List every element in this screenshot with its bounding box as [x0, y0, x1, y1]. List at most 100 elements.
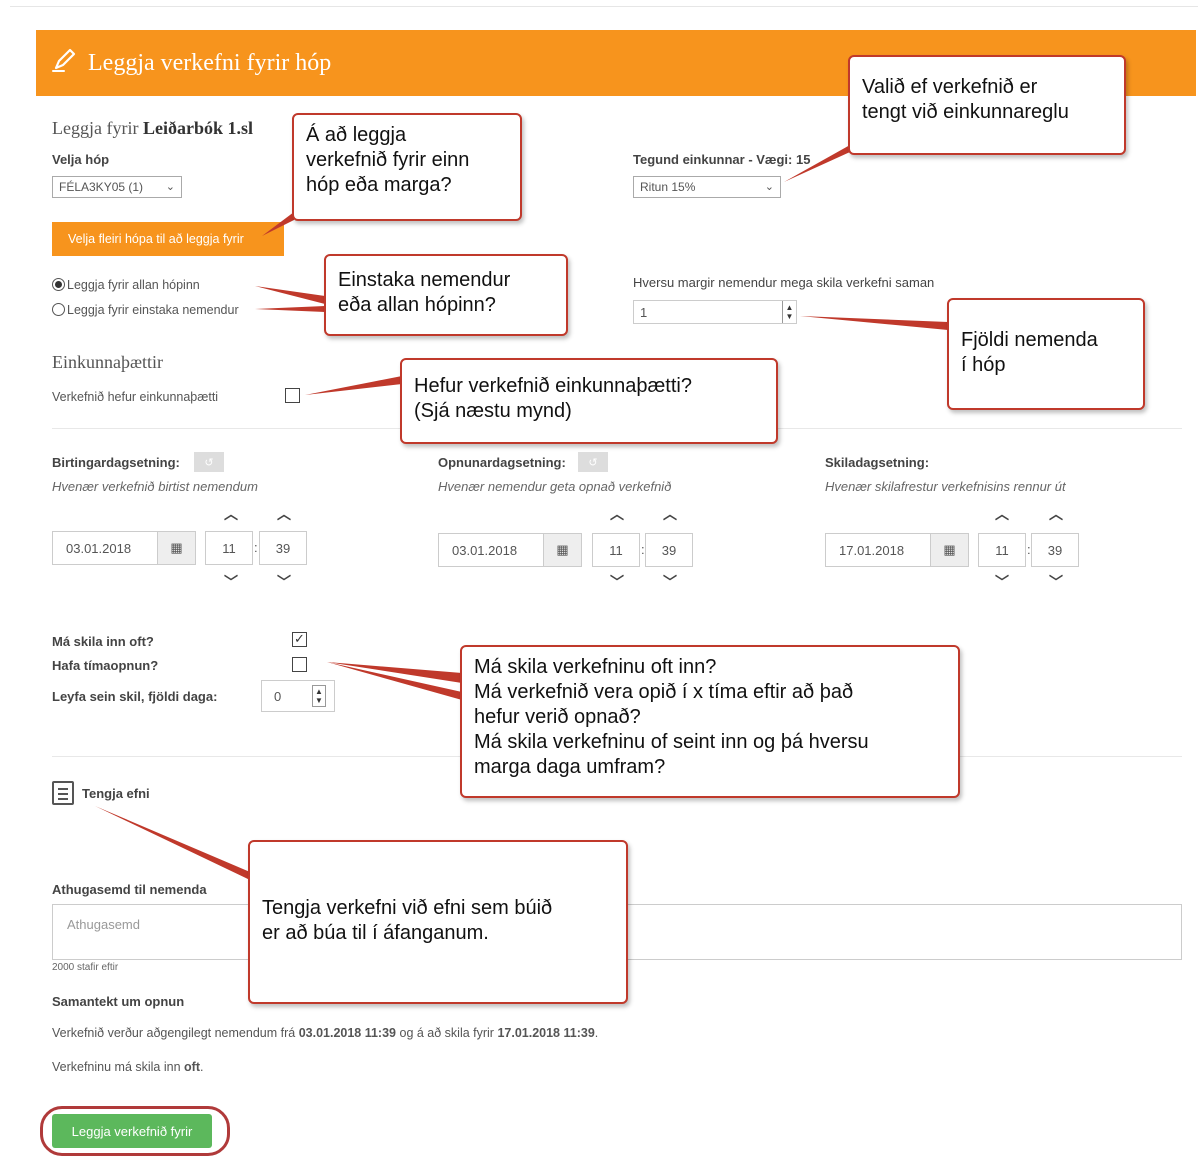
due-date-group: Skiladagsetning: Hvenær skilafrestur ver… [825, 452, 1155, 592]
callout-line: Tengja verkefni við efni sem búið [262, 897, 553, 919]
hour-down-icon[interactable]: ﹀ [610, 572, 624, 592]
minute-up-icon[interactable]: ︿ [663, 504, 677, 524]
calendar-icon[interactable]: ▦ [157, 532, 195, 564]
chevron-down-icon: ⌄ [165, 181, 175, 193]
minute-down-icon[interactable]: ﹀ [1049, 572, 1063, 592]
due-minute-input[interactable]: 39 [1031, 533, 1079, 567]
reset-icon[interactable]: ↺ [194, 452, 224, 472]
hour-up-icon[interactable]: ︿ [610, 504, 624, 524]
minute-up-icon[interactable]: ︿ [1049, 504, 1063, 524]
callout-line: eða allan hópinn? [338, 294, 496, 316]
multi-submit-checkbox[interactable]: ✓ [292, 632, 307, 647]
assignment-name: Leiðarbók 1.sl [142, 118, 253, 138]
publish-date-label: Birtingardagsetning: [52, 455, 180, 470]
select-more-groups-label: Velja fleiri hópa til að leggja fyrir [68, 232, 244, 246]
minute-down-icon[interactable]: ﹀ [663, 572, 677, 592]
chevron-down-icon: ⌄ [764, 181, 774, 193]
summary-text: Verkefninu má skila inn [52, 1060, 185, 1074]
callout-grade-rule: Valið ef verkefnið er tengt við einkunna… [848, 55, 1126, 155]
callout-line: hóp eða marga? [306, 174, 452, 196]
document-icon[interactable] [52, 781, 74, 805]
callout-submission-options: Má skila verkefninu oft inn? Má verkefni… [460, 645, 960, 798]
grade-type-label: Tegund einkunnar - Vægi: 15 [633, 152, 811, 167]
radio-all-group[interactable] [52, 278, 65, 291]
select-more-groups-button[interactable]: Velja fleiri hópa til að leggja fyrir [52, 222, 284, 256]
hour-up-icon[interactable]: ︿ [995, 504, 1009, 524]
multi-submit-label: Má skila inn oft? [52, 634, 154, 649]
group-size-label: Hversu margir nemendur mega skila verkef… [633, 275, 935, 290]
hour-down-icon[interactable]: ﹀ [995, 572, 1009, 592]
callout-line: (Sjá næstu mynd) [414, 400, 572, 422]
callout-group-choice: Á að leggja verkefnið fyrir einn hóp eða… [292, 113, 522, 221]
timed-open-label: Hafa tímaopnun? [52, 658, 159, 673]
rubric-heading: Einkunnaþættir [52, 352, 163, 372]
summary-text: . [199, 1060, 204, 1074]
grade-type-value: Ritun 15% [640, 180, 696, 194]
callout-line: marga daga umfram? [474, 756, 666, 778]
due-date-hint: Hvenær skilafrestur verkefnisins rennur … [825, 479, 1066, 494]
hour-down-icon[interactable]: ﹀ [224, 572, 238, 592]
rubric-checkbox[interactable] [285, 388, 300, 403]
open-date-label: Opnunardagsetning: [438, 455, 566, 470]
publish-date-group: Birtingardagsetning: ↺ Hvenær verkefnið … [52, 452, 372, 592]
open-hour-input[interactable]: 11 [592, 533, 640, 567]
publish-hour-input[interactable]: 11 [205, 531, 253, 565]
summary-text: Verkefnið verður aðgengilegt nemendum fr… [52, 1026, 299, 1040]
due-date-label: Skiladagsetning: [825, 455, 930, 470]
summary-multi: oft [184, 1060, 200, 1074]
callout-rubric: Hefur verkefnið einkunnaþætti? (Sjá næst… [400, 358, 778, 444]
open-minute-input[interactable]: 39 [645, 533, 693, 567]
group-label: Velja hóp [52, 152, 110, 167]
publish-minute-input[interactable]: 39 [259, 531, 307, 565]
chars-left: 2000 stafir eftir [52, 962, 119, 973]
open-date-hint: Hvenær nemendur geta opnað verkefnið [438, 479, 672, 494]
due-date-input[interactable]: 17.01.2018 ▦ [825, 533, 969, 567]
callout-link-content: Tengja verkefni við efni sem búið er að … [248, 840, 628, 1004]
pencil-icon [52, 48, 76, 72]
summary-line-2: Verkefninu má skila inn oft. [52, 1060, 203, 1074]
summary-line-1: Verkefnið verður aðgengilegt nemendum fr… [52, 1026, 598, 1040]
summary-due-date: 17.01.2018 11:39 [497, 1026, 595, 1040]
assign-prefix: Leggja fyrir [52, 118, 143, 138]
top-divider [10, 6, 1198, 7]
spinner-icon[interactable]: ▲ ▼ [782, 301, 796, 323]
callout-line: Má skila verkefninu of seint inn og þá h… [474, 731, 869, 753]
summary-text: . [594, 1026, 599, 1040]
callout-line: tengt við einkunnareglu [862, 101, 1069, 123]
callout-line: Fjöldi nemenda [961, 329, 1098, 351]
calendar-icon[interactable]: ▦ [543, 534, 581, 566]
callout-line: verkefnið fyrir einn [306, 149, 470, 171]
calendar-icon[interactable]: ▦ [930, 534, 968, 566]
open-date-group: Opnunardagsetning: ↺ Hvenær nemendur get… [438, 452, 758, 592]
spinner-icon[interactable]: ▲ ▼ [312, 685, 326, 707]
comment-label: Athugasemd til nemenda [52, 882, 207, 897]
late-days-label: Leyfa sein skil, fjöldi daga: [52, 689, 218, 704]
hour-up-icon[interactable]: ︿ [224, 504, 238, 524]
callout-line: í hóp [961, 354, 1006, 376]
summary-open-date: 03.01.2018 11:39 [298, 1026, 397, 1040]
radio-all-label: Leggja fyrir allan hópinn [67, 278, 200, 292]
publish-date-hint: Hvenær verkefnið birtist nemendum [52, 479, 258, 494]
open-date-input[interactable]: 03.01.2018 ▦ [438, 533, 582, 567]
reset-icon[interactable]: ↺ [578, 452, 608, 472]
rubric-checkbox-label: Verkefnið hefur einkunnaþætti [52, 390, 219, 404]
assign-heading: Leggja fyrir Leiðarbók 1.sl [52, 118, 253, 139]
link-content-button[interactable]: Tengja efni [82, 786, 150, 801]
late-days-input[interactable]: 0 ▲ ▼ [261, 680, 335, 712]
minute-down-icon[interactable]: ﹀ [277, 572, 291, 592]
radio-individual-label: Leggja fyrir einstaka nemendur [67, 303, 239, 317]
minute-up-icon[interactable]: ︿ [277, 504, 291, 524]
due-hour-input[interactable]: 11 [978, 533, 1026, 567]
timed-open-checkbox[interactable] [292, 657, 307, 672]
group-select[interactable]: FÉLA3KY05 (1) ⌄ [52, 176, 182, 198]
group-size-value: 1 [640, 304, 648, 320]
publish-date-input[interactable]: 03.01.2018 ▦ [52, 531, 196, 565]
late-days-value: 0 [274, 688, 282, 704]
callout-line: Á að leggja [306, 124, 407, 146]
radio-individual[interactable] [52, 303, 65, 316]
callout-line: Hefur verkefnið einkunnaþætti? [414, 375, 692, 397]
callout-line: Einstaka nemendur [338, 269, 511, 291]
grade-type-select[interactable]: Ritun 15% ⌄ [633, 176, 781, 198]
group-size-input[interactable]: 1 ▲ ▼ [633, 300, 797, 324]
submit-button[interactable]: Leggja verkefnið fyrir [52, 1114, 212, 1148]
